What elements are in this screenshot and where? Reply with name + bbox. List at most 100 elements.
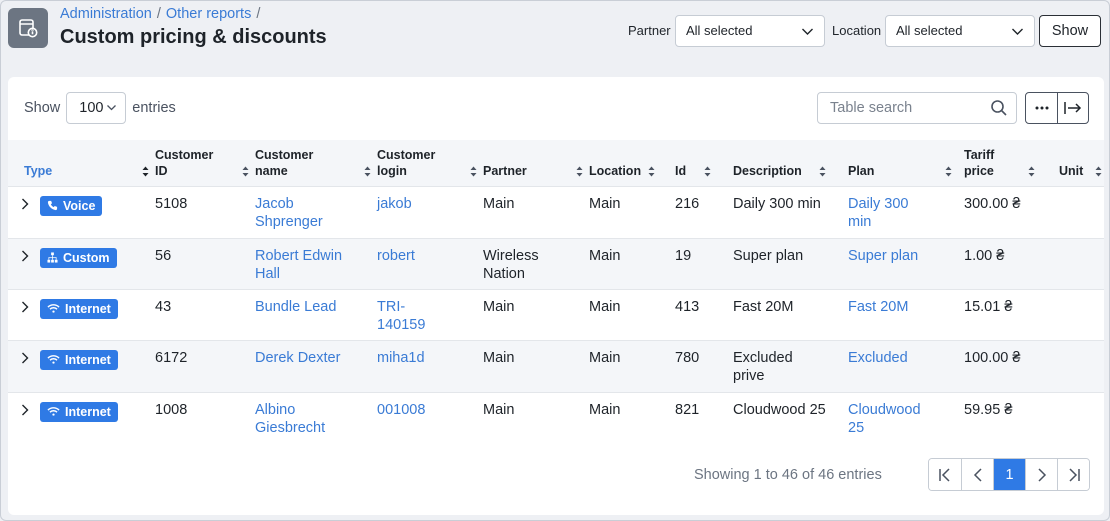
customer-name-link[interactable]: Albino Giesbrecht [255, 402, 325, 436]
column-header-label: Partner [483, 163, 527, 178]
chevron-down-icon [1012, 28, 1023, 35]
type-cell: Custom [8, 238, 155, 289]
chevron-right-icon[interactable] [20, 249, 30, 263]
customer-name-link[interactable]: Bundle Lead [255, 299, 336, 315]
table-row[interactable]: Custom 56 Robert Edwin Hall robert Wireless … [8, 238, 1104, 289]
column-header-label: Unit [1059, 163, 1084, 178]
table-row[interactable]: Internet 1008 Albino Giesbrecht 001008 Main M… [8, 392, 1104, 443]
description-cell: Super plan [733, 247, 804, 264]
more-options-button[interactable] [1026, 93, 1057, 123]
type-cell: Internet [8, 340, 155, 392]
location-cell: Main [589, 247, 621, 264]
customer-id-cell: 6172 [155, 349, 188, 366]
chevron-right-icon[interactable] [20, 403, 30, 417]
column-header-customer-id[interactable]: Customer ID [155, 140, 255, 186]
search-icon[interactable] [990, 99, 1008, 117]
customer-login-link[interactable]: miha1d [377, 350, 425, 366]
customer-name-link[interactable]: Derek Dexter [255, 350, 340, 366]
table-search-input[interactable]: Table search [817, 92, 1017, 124]
partner-cell: Main [483, 349, 515, 366]
type-badge: Custom [40, 247, 117, 268]
sort-icon [819, 166, 826, 176]
column-header-description[interactable]: Description [733, 140, 848, 186]
column-header-location[interactable]: Location [589, 140, 675, 186]
column-header-partner[interactable]: Partner [483, 140, 589, 186]
chevron-right-icon [1037, 467, 1046, 482]
description-cell: Daily 300 min [733, 195, 821, 212]
customer-login-link[interactable]: robert [377, 248, 415, 264]
type-badge: Internet [40, 349, 118, 370]
page-button-current[interactable]: 1 [993, 459, 1025, 490]
id-cell: 821 [675, 401, 700, 418]
plan-link[interactable]: Fast 20M [848, 299, 908, 315]
customer-login-link[interactable]: jakob [377, 196, 412, 212]
customer-id-cell: 56 [155, 247, 172, 264]
table-search-placeholder: Table search [830, 100, 913, 116]
show-button[interactable]: Show [1039, 15, 1101, 47]
sitemap-icon [47, 252, 58, 263]
first-page-button[interactable] [929, 459, 961, 490]
id-cell: 19 [675, 247, 692, 264]
previous-page-button[interactable] [961, 459, 993, 490]
type-badge: Voice [40, 195, 103, 216]
id-cell: 780 [675, 349, 700, 366]
plan-link[interactable]: Daily 300 min [848, 196, 908, 230]
customer-name-link[interactable]: Robert Edwin Hall [255, 248, 342, 282]
export-button[interactable] [1057, 93, 1088, 123]
description-cell: Cloudwood 25 [733, 401, 826, 418]
partner-cell: Main [483, 195, 515, 212]
location-cell: Main [589, 349, 621, 366]
type-badge-label: Voice [63, 198, 96, 213]
unit-cell [1059, 238, 1104, 289]
column-header-customer-login[interactable]: Customer login [377, 140, 483, 186]
last-page-icon [1068, 467, 1080, 482]
table-row[interactable]: Internet 43 Bundle Lead TRI-140159 Main Main 4… [8, 289, 1104, 340]
app-window: Administration / Other reports / Custom pri… [0, 0, 1110, 521]
breadcrumb-other-reports[interactable]: Other reports [166, 6, 251, 22]
plan-link[interactable]: Cloudwood 25 [848, 402, 921, 436]
first-page-icon [939, 467, 950, 482]
customer-name-link[interactable]: Jacob Shprenger [255, 196, 323, 230]
column-header-unit[interactable]: Unit [1059, 140, 1104, 186]
partner-select[interactable]: All selected [675, 15, 825, 47]
breadcrumb-administration[interactable]: Administration [60, 6, 152, 22]
column-header-id[interactable]: Id [675, 140, 733, 186]
customer-login-link[interactable]: TRI-140159 [377, 299, 425, 333]
chevron-right-icon[interactable] [20, 351, 30, 365]
plan-link[interactable]: Excluded [848, 350, 908, 366]
pagination: 1 [928, 458, 1090, 491]
phone-icon [47, 200, 58, 211]
sort-icon [704, 166, 711, 176]
column-header-type[interactable]: Type [8, 140, 155, 186]
customer-login-link[interactable]: 001008 [377, 402, 425, 418]
report-page-icon [8, 8, 48, 48]
table-row[interactable]: Voice 5108 Jacob Shprenger jakob Main Main 216… [8, 186, 1104, 238]
partner-cell: Wireless Nation [483, 247, 539, 282]
table-row[interactable]: Internet 6172 Derek Dexter miha1d Main Main 78… [8, 340, 1104, 392]
showing-entries-text: Showing 1 to 46 of 46 entries [694, 467, 882, 483]
location-cell: Main [589, 401, 621, 418]
customer-id-cell: 43 [155, 298, 172, 315]
type-cell: Internet [8, 289, 155, 340]
column-header-customer-name[interactable]: Customer name [255, 140, 377, 186]
location-select-value: All selected [896, 23, 963, 38]
column-header-tariff-price[interactable]: Tariff price [964, 140, 1059, 186]
type-badge-label: Internet [65, 301, 111, 316]
chevron-right-icon[interactable] [20, 300, 30, 314]
tariff-price-cell: 1.00 ₴ [964, 247, 1005, 264]
sort-icon [1028, 166, 1035, 176]
sort-icon [945, 166, 952, 176]
pricing-table: Type Customer ID Customer name Customer … [8, 140, 1104, 443]
next-page-button[interactable] [1025, 459, 1057, 490]
column-header-label: Customer name [255, 147, 314, 178]
chevron-right-icon[interactable] [20, 197, 30, 211]
column-header-label: Type [24, 163, 53, 178]
location-select[interactable]: All selected [885, 15, 1035, 47]
column-header-plan[interactable]: Plan [848, 140, 964, 186]
plan-link[interactable]: Super plan [848, 248, 918, 264]
table-tools [1025, 92, 1089, 124]
entries-select[interactable]: 100 [66, 92, 127, 124]
last-page-button[interactable] [1057, 459, 1089, 490]
report-card: Show 100 entries Table search Type Custo… [8, 77, 1104, 515]
page-title: Custom pricing & discounts [60, 26, 327, 48]
